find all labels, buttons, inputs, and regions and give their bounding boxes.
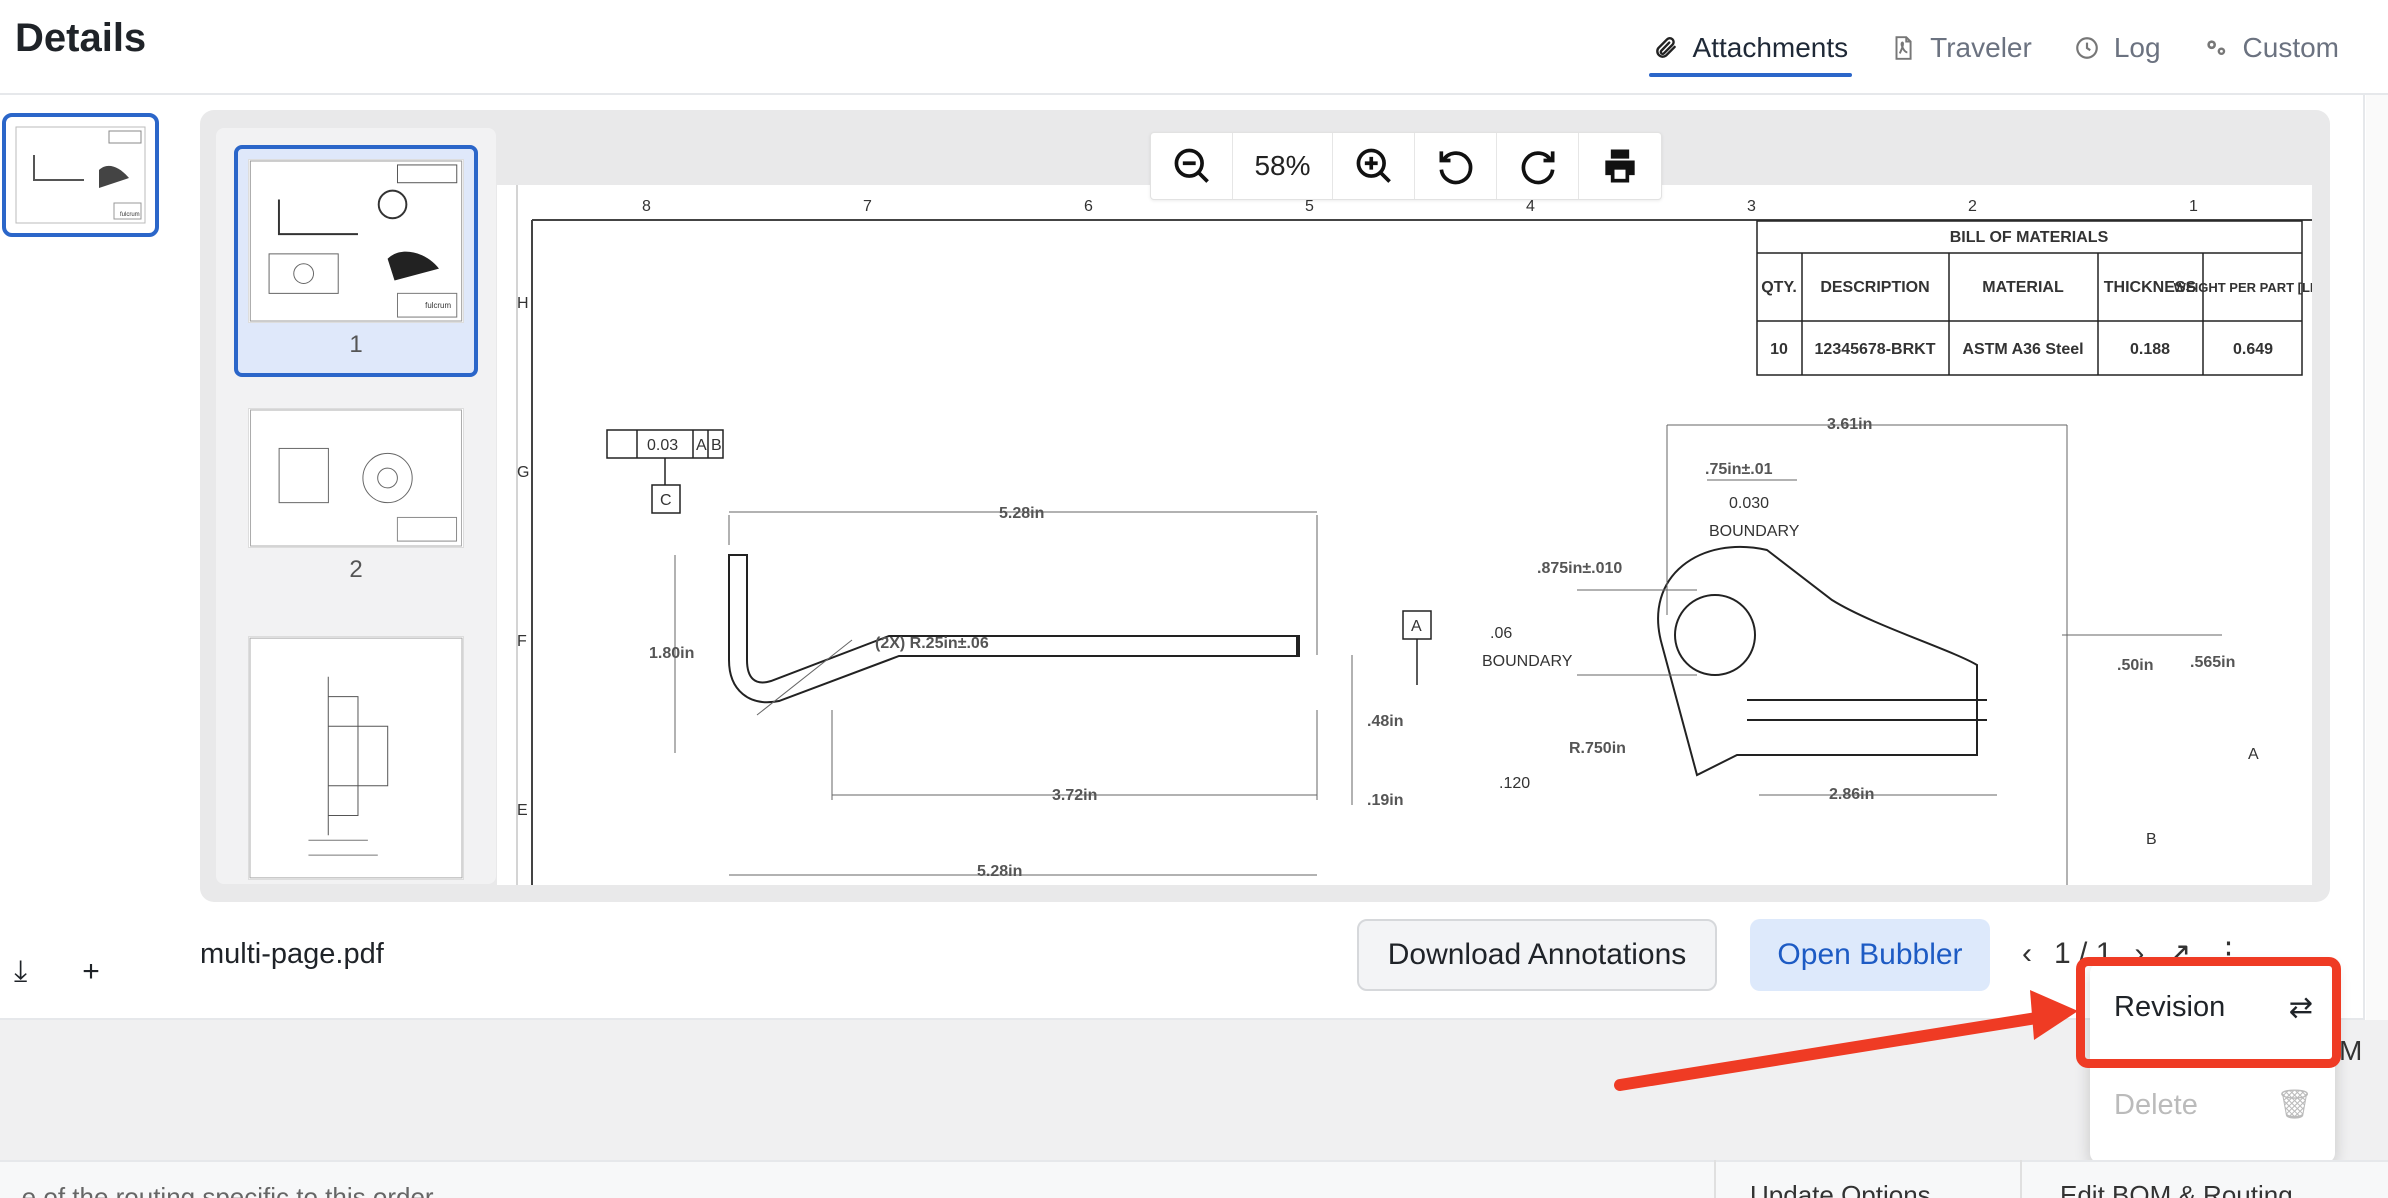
update-options-button[interactable]: Update Options bbox=[1750, 1180, 1931, 1198]
separator bbox=[2020, 1160, 2022, 1198]
edit-bom-routing-button[interactable]: Edit BOM & Routing bbox=[2060, 1180, 2293, 1198]
annotation-arrow bbox=[1614, 990, 2078, 1091]
separator bbox=[1714, 1160, 1716, 1198]
bottom-note: ...e of the routing specific to this ord… bbox=[0, 1182, 434, 1198]
